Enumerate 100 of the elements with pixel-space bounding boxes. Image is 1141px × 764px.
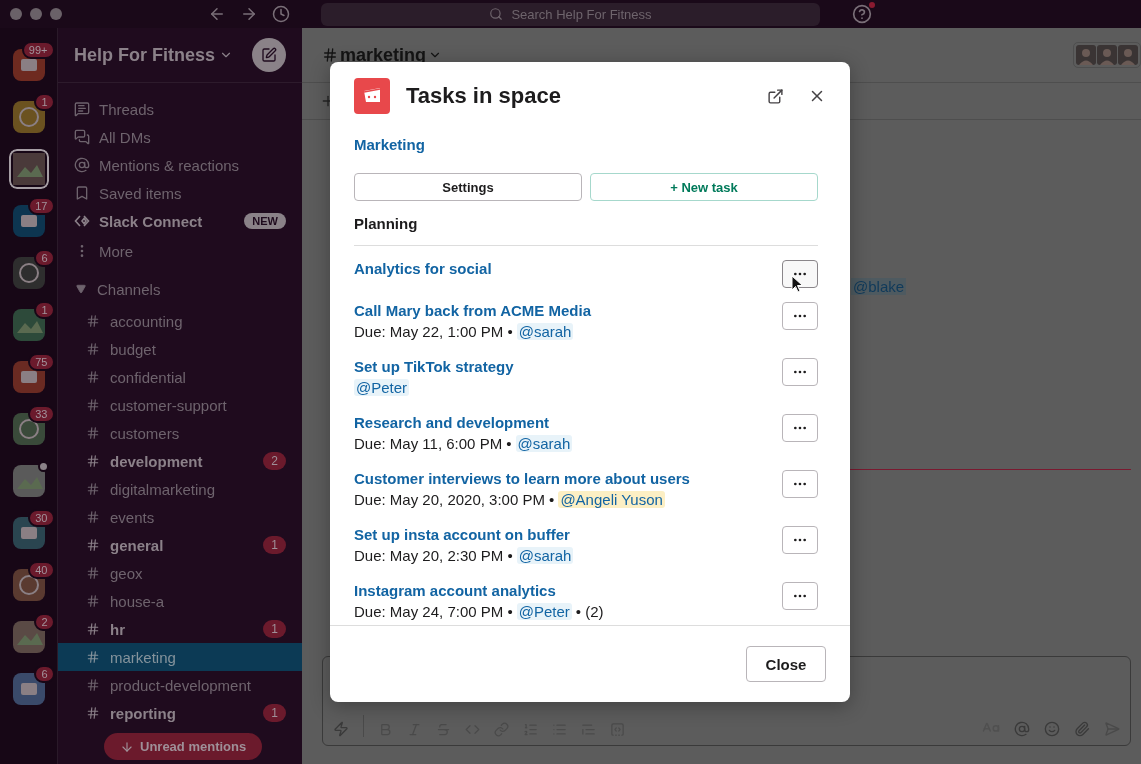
- channel-name[interactable]: marketing: [340, 44, 427, 66]
- paperclip-icon[interactable]: [1074, 721, 1090, 737]
- caret-icon[interactable]: [76, 284, 86, 294]
- forward-icon[interactable]: [240, 5, 258, 23]
- user-mention[interactable]: @sarah: [516, 547, 574, 564]
- workspace-icon[interactable]: [8, 149, 49, 189]
- channel-item[interactable]: general 1: [58, 531, 302, 559]
- user-mention[interactable]: @sarah: [516, 323, 574, 340]
- open-external-button[interactable]: [767, 87, 784, 105]
- sidebar-item[interactable]: Slack Connect: [99, 212, 236, 230]
- channel-item[interactable]: development 2: [58, 447, 302, 475]
- help-icon[interactable]: [852, 4, 872, 24]
- sidebar-item[interactable]: Threads: [99, 100, 286, 118]
- unread-count: 75: [28, 353, 55, 371]
- channel-item[interactable]: hr 1: [58, 615, 302, 643]
- unread-count: 99+: [21, 41, 55, 59]
- hash-icon: [86, 426, 100, 440]
- unread-count: 6: [34, 249, 55, 267]
- section-header[interactable]: Channels: [97, 280, 286, 298]
- channel-item[interactable]: customer-support: [58, 391, 302, 419]
- bookmark-icon: [74, 185, 90, 201]
- search-field[interactable]: Search Help For Fitness: [321, 2, 820, 26]
- external-link-icon: [767, 87, 784, 105]
- task-title[interactable]: Customer interviews to learn more about users: [354, 470, 690, 487]
- task-title[interactable]: Analytics for social: [354, 260, 492, 277]
- channel-item[interactable]: digitalmarketing: [58, 475, 302, 503]
- sidebar-item[interactable]: Saved items: [99, 184, 286, 202]
- hash-icon: [86, 622, 100, 636]
- hash-icon: [322, 47, 338, 63]
- hash-icon: [86, 510, 100, 524]
- sidebar-item[interactable]: All DMs: [99, 128, 286, 146]
- emoji-icon[interactable]: [1044, 721, 1060, 737]
- hash-icon: [86, 538, 100, 552]
- hash-icon: [86, 678, 100, 692]
- unread-count: 33: [28, 405, 55, 423]
- hash-icon: [86, 482, 100, 496]
- channel-item[interactable]: house-a: [58, 587, 302, 615]
- hash-icon: [86, 594, 100, 608]
- cursor-icon: [791, 275, 805, 293]
- channel-item[interactable]: events: [58, 503, 302, 531]
- user-mention[interactable]: @Angeli Yuson: [558, 491, 665, 508]
- channel-item[interactable]: budget: [58, 335, 302, 363]
- new-task-button[interactable]: + New task: [590, 173, 818, 201]
- task-title[interactable]: Instagram account analytics: [354, 582, 556, 599]
- messages-icon: [74, 129, 90, 145]
- task-due-date: Due: May 20, 2:30 PM •: [354, 547, 513, 564]
- avatar-icon[interactable]: [1118, 45, 1138, 65]
- minimize-window-control[interactable]: [30, 8, 42, 20]
- arrow-down-icon: [120, 739, 134, 754]
- new-badge: NEW: [244, 213, 286, 229]
- zoom-window-control[interactable]: [50, 8, 62, 20]
- task-title[interactable]: Call Mary back from ACME Media: [354, 302, 591, 319]
- space-link[interactable]: Marketing: [354, 136, 425, 153]
- unread-count: 30: [28, 509, 55, 527]
- at-sign-icon[interactable]: [1014, 721, 1030, 737]
- channel-item[interactable]: accounting: [58, 307, 302, 335]
- unread-count: 1: [263, 620, 286, 638]
- more-button[interactable]: [782, 260, 818, 288]
- task-due-date: Due: May 20, 2020, 3:00 PM •: [354, 491, 555, 508]
- sidebar-item[interactable]: Mentions & reactions: [99, 156, 286, 174]
- workspace-name[interactable]: Help For Fitness: [74, 44, 216, 66]
- task-title[interactable]: Research and development: [354, 414, 550, 431]
- channel-item[interactable]: marketing: [58, 643, 302, 671]
- channel-item[interactable]: product-development: [58, 671, 302, 699]
- hash-icon: [86, 342, 100, 356]
- unread-count: 6: [34, 665, 55, 683]
- task-due-date: • (2): [575, 603, 604, 620]
- channel-item[interactable]: customers: [58, 419, 302, 447]
- unread-mentions-button[interactable]: Unread mentions: [104, 733, 263, 760]
- task-title[interactable]: Set up TikTok strategy: [354, 358, 514, 375]
- unread-count: 1: [263, 704, 286, 722]
- channel-item[interactable]: confidential: [58, 363, 302, 391]
- close-button[interactable]: Close: [746, 646, 826, 682]
- user-mention[interactable]: @Peter: [516, 603, 572, 620]
- notification-dot: [869, 2, 875, 8]
- sidebar-item[interactable]: More: [99, 242, 286, 260]
- task-due-date: Due: May 11, 6:00 PM •: [354, 435, 512, 452]
- back-icon[interactable]: [208, 5, 226, 23]
- compose-button[interactable]: [252, 38, 286, 72]
- user-mention[interactable]: @Peter: [354, 379, 410, 396]
- avatar-icon[interactable]: [1076, 45, 1096, 65]
- search-placeholder: Search Help For Fitness: [511, 6, 652, 22]
- unread-count: 40: [28, 561, 55, 579]
- user-mention[interactable]: @sarah: [515, 435, 573, 452]
- close-window-control[interactable]: [10, 8, 22, 20]
- channel-item[interactable]: reporting 1: [58, 699, 302, 727]
- workspace-icon[interactable]: [12, 465, 45, 497]
- lightning-icon[interactable]: [333, 721, 349, 737]
- history-icon[interactable]: [272, 5, 290, 23]
- task-due-date: Due: May 22, 1:00 PM •: [354, 323, 513, 340]
- unread-count: 2: [263, 452, 286, 470]
- channel-item[interactable]: geox: [58, 559, 302, 587]
- connect-icon: [74, 213, 90, 229]
- hash-icon: [86, 314, 100, 328]
- unread-count: 1: [263, 536, 286, 554]
- avatar-icon[interactable]: [1097, 45, 1117, 65]
- threads-icon: [74, 101, 90, 117]
- settings-button[interactable]: Settings: [354, 173, 582, 201]
- hash-icon: [86, 706, 100, 720]
- task-title[interactable]: Set up insta account on buffer: [354, 526, 570, 543]
